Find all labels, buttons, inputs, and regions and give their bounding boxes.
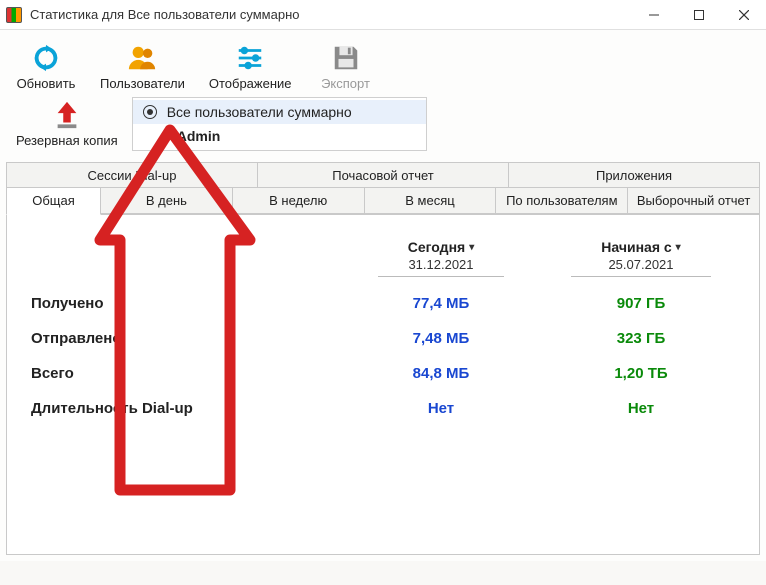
toolbar: Обновить Пользователи Отображение Экспор… <box>0 30 766 95</box>
maximize-button[interactable] <box>676 0 721 30</box>
refresh-label: Обновить <box>17 76 76 91</box>
received-today: 77,4 МБ <box>341 295 541 312</box>
row-sent-label: Отправлено <box>25 330 341 347</box>
minimize-button[interactable] <box>631 0 676 30</box>
dialup-since: Нет <box>541 400 741 417</box>
display-label: Отображение <box>209 76 292 91</box>
row-dialup-label: Длительность Dial-up <box>25 400 341 417</box>
row-total-label: Всего <box>25 365 341 382</box>
refresh-icon <box>31 42 61 74</box>
sliders-icon <box>235 42 265 74</box>
dropdown-item-admin[interactable]: Admin <box>133 124 426 148</box>
dropdown-item-all[interactable]: Все пользователи суммарно <box>133 100 426 124</box>
users-button[interactable]: Пользователи <box>90 38 195 95</box>
sent-since: 323 ГБ <box>541 330 741 347</box>
chevron-down-icon: ▾ <box>676 242 681 253</box>
upload-icon <box>52 99 82 131</box>
backup-button[interactable]: Резервная копия <box>6 95 128 152</box>
total-since: 1,20 ТБ <box>541 365 741 382</box>
tab-custom-report[interactable]: Выборочный отчет <box>628 187 760 214</box>
tab-by-user[interactable]: По пользователям <box>496 187 628 214</box>
content-panel: Сегодня ▾ 31.12.2021 Начиная с ▾ 25.07.202… <box>6 215 760 555</box>
save-icon <box>331 42 361 74</box>
sent-today: 7,48 МБ <box>341 330 541 347</box>
column-since[interactable]: Начиная с ▾ 25.07.2021 <box>541 239 741 277</box>
window-title: Статистика для Все пользователи суммарно <box>30 7 631 22</box>
export-label: Экспорт <box>321 76 370 91</box>
dropdown-admin-label: Admin <box>177 128 221 144</box>
tab-general[interactable]: Общая <box>6 187 101 215</box>
tab-monthly[interactable]: В месяц <box>365 187 497 214</box>
column-today[interactable]: Сегодня ▾ 31.12.2021 <box>341 239 541 277</box>
backup-label: Резервная копия <box>16 133 118 148</box>
users-label: Пользователи <box>100 76 185 91</box>
col-since-label: Начиная с <box>601 239 671 255</box>
export-button[interactable]: Экспорт <box>306 38 386 95</box>
refresh-button[interactable]: Обновить <box>6 38 86 95</box>
row-received-label: Получено <box>25 295 341 312</box>
tab-row-top: Сессии Dial-up Почасовой отчет Приложени… <box>6 162 760 188</box>
tab-dialup-sessions[interactable]: Сессии Dial-up <box>6 162 258 188</box>
tab-applications[interactable]: Приложения <box>509 162 760 188</box>
tab-row-bottom: Общая В день В неделю В месяц По пользов… <box>6 187 760 215</box>
col-since-date: 25.07.2021 <box>601 257 680 272</box>
users-icon <box>127 42 157 74</box>
tab-hourly-report[interactable]: Почасовой отчет <box>258 162 509 188</box>
dropdown-all-label: Все пользователи суммарно <box>167 104 352 120</box>
tab-daily[interactable]: В день <box>101 187 233 214</box>
col-today-date: 31.12.2021 <box>408 257 474 272</box>
col-today-label: Сегодня <box>408 239 465 255</box>
close-button[interactable] <box>721 0 766 30</box>
display-button[interactable]: Отображение <box>199 38 302 95</box>
title-bar: Статистика для Все пользователи суммарно <box>0 0 766 30</box>
total-today: 84,8 МБ <box>341 365 541 382</box>
radio-icon <box>143 105 157 119</box>
chevron-down-icon: ▾ <box>469 242 474 253</box>
app-icon <box>6 7 22 23</box>
users-dropdown[interactable]: Все пользователи суммарно Admin <box>132 97 427 151</box>
dialup-today: Нет <box>341 400 541 417</box>
received-since: 907 ГБ <box>541 295 741 312</box>
tab-weekly[interactable]: В неделю <box>233 187 365 214</box>
